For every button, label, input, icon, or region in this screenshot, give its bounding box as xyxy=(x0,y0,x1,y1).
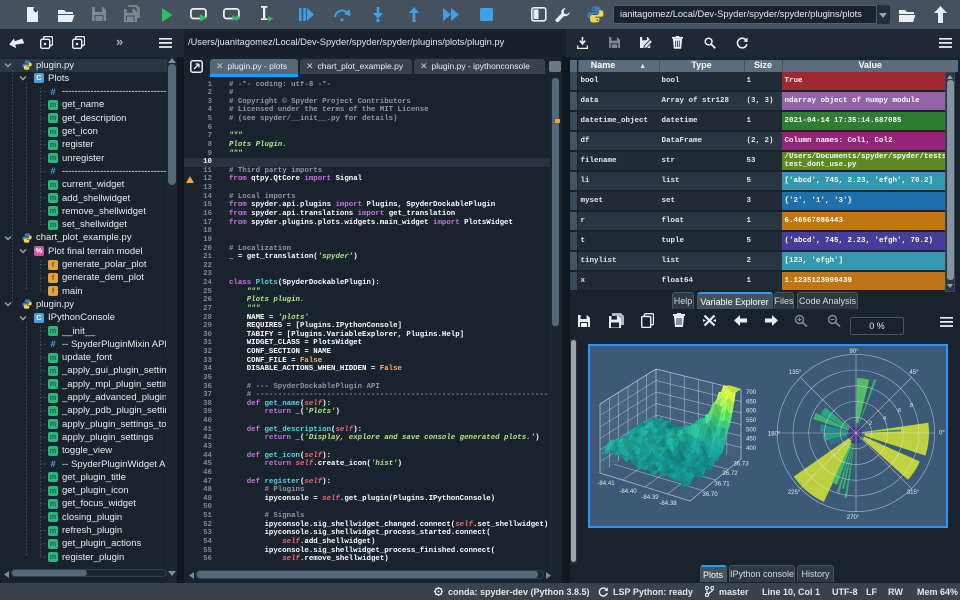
svg-text:0°: 0° xyxy=(939,430,945,437)
svg-text:650: 650 xyxy=(746,398,757,405)
svg-text:36.73: 36.73 xyxy=(733,461,749,468)
svg-text:-84.38: -84.38 xyxy=(659,500,677,507)
svg-text:135°: 135° xyxy=(789,369,802,376)
svg-text:90°: 90° xyxy=(849,348,859,355)
svg-text:-84.41: -84.41 xyxy=(597,480,615,487)
svg-text:225°: 225° xyxy=(788,489,801,496)
svg-text:36.71: 36.71 xyxy=(714,481,730,488)
svg-text:36.70: 36.70 xyxy=(702,491,718,498)
svg-text:270°: 270° xyxy=(847,514,860,521)
svg-text:4: 4 xyxy=(883,416,886,422)
svg-text:400: 400 xyxy=(746,445,757,452)
svg-text:-84.39: -84.39 xyxy=(641,494,659,501)
svg-text:315°: 315° xyxy=(907,489,920,496)
svg-text:450: 450 xyxy=(746,436,757,443)
svg-text:36.72: 36.72 xyxy=(722,470,738,477)
svg-text:500: 500 xyxy=(746,426,757,433)
svg-text:700: 700 xyxy=(746,389,757,396)
svg-text:-84.40: -84.40 xyxy=(619,488,637,495)
svg-text:8: 8 xyxy=(910,403,913,409)
svg-text:2: 2 xyxy=(869,421,872,427)
svg-text:180°: 180° xyxy=(768,431,781,438)
svg-text:45°: 45° xyxy=(909,369,919,376)
svg-text:6: 6 xyxy=(898,408,901,414)
svg-text:600: 600 xyxy=(746,408,757,415)
svg-text:550: 550 xyxy=(746,417,757,424)
